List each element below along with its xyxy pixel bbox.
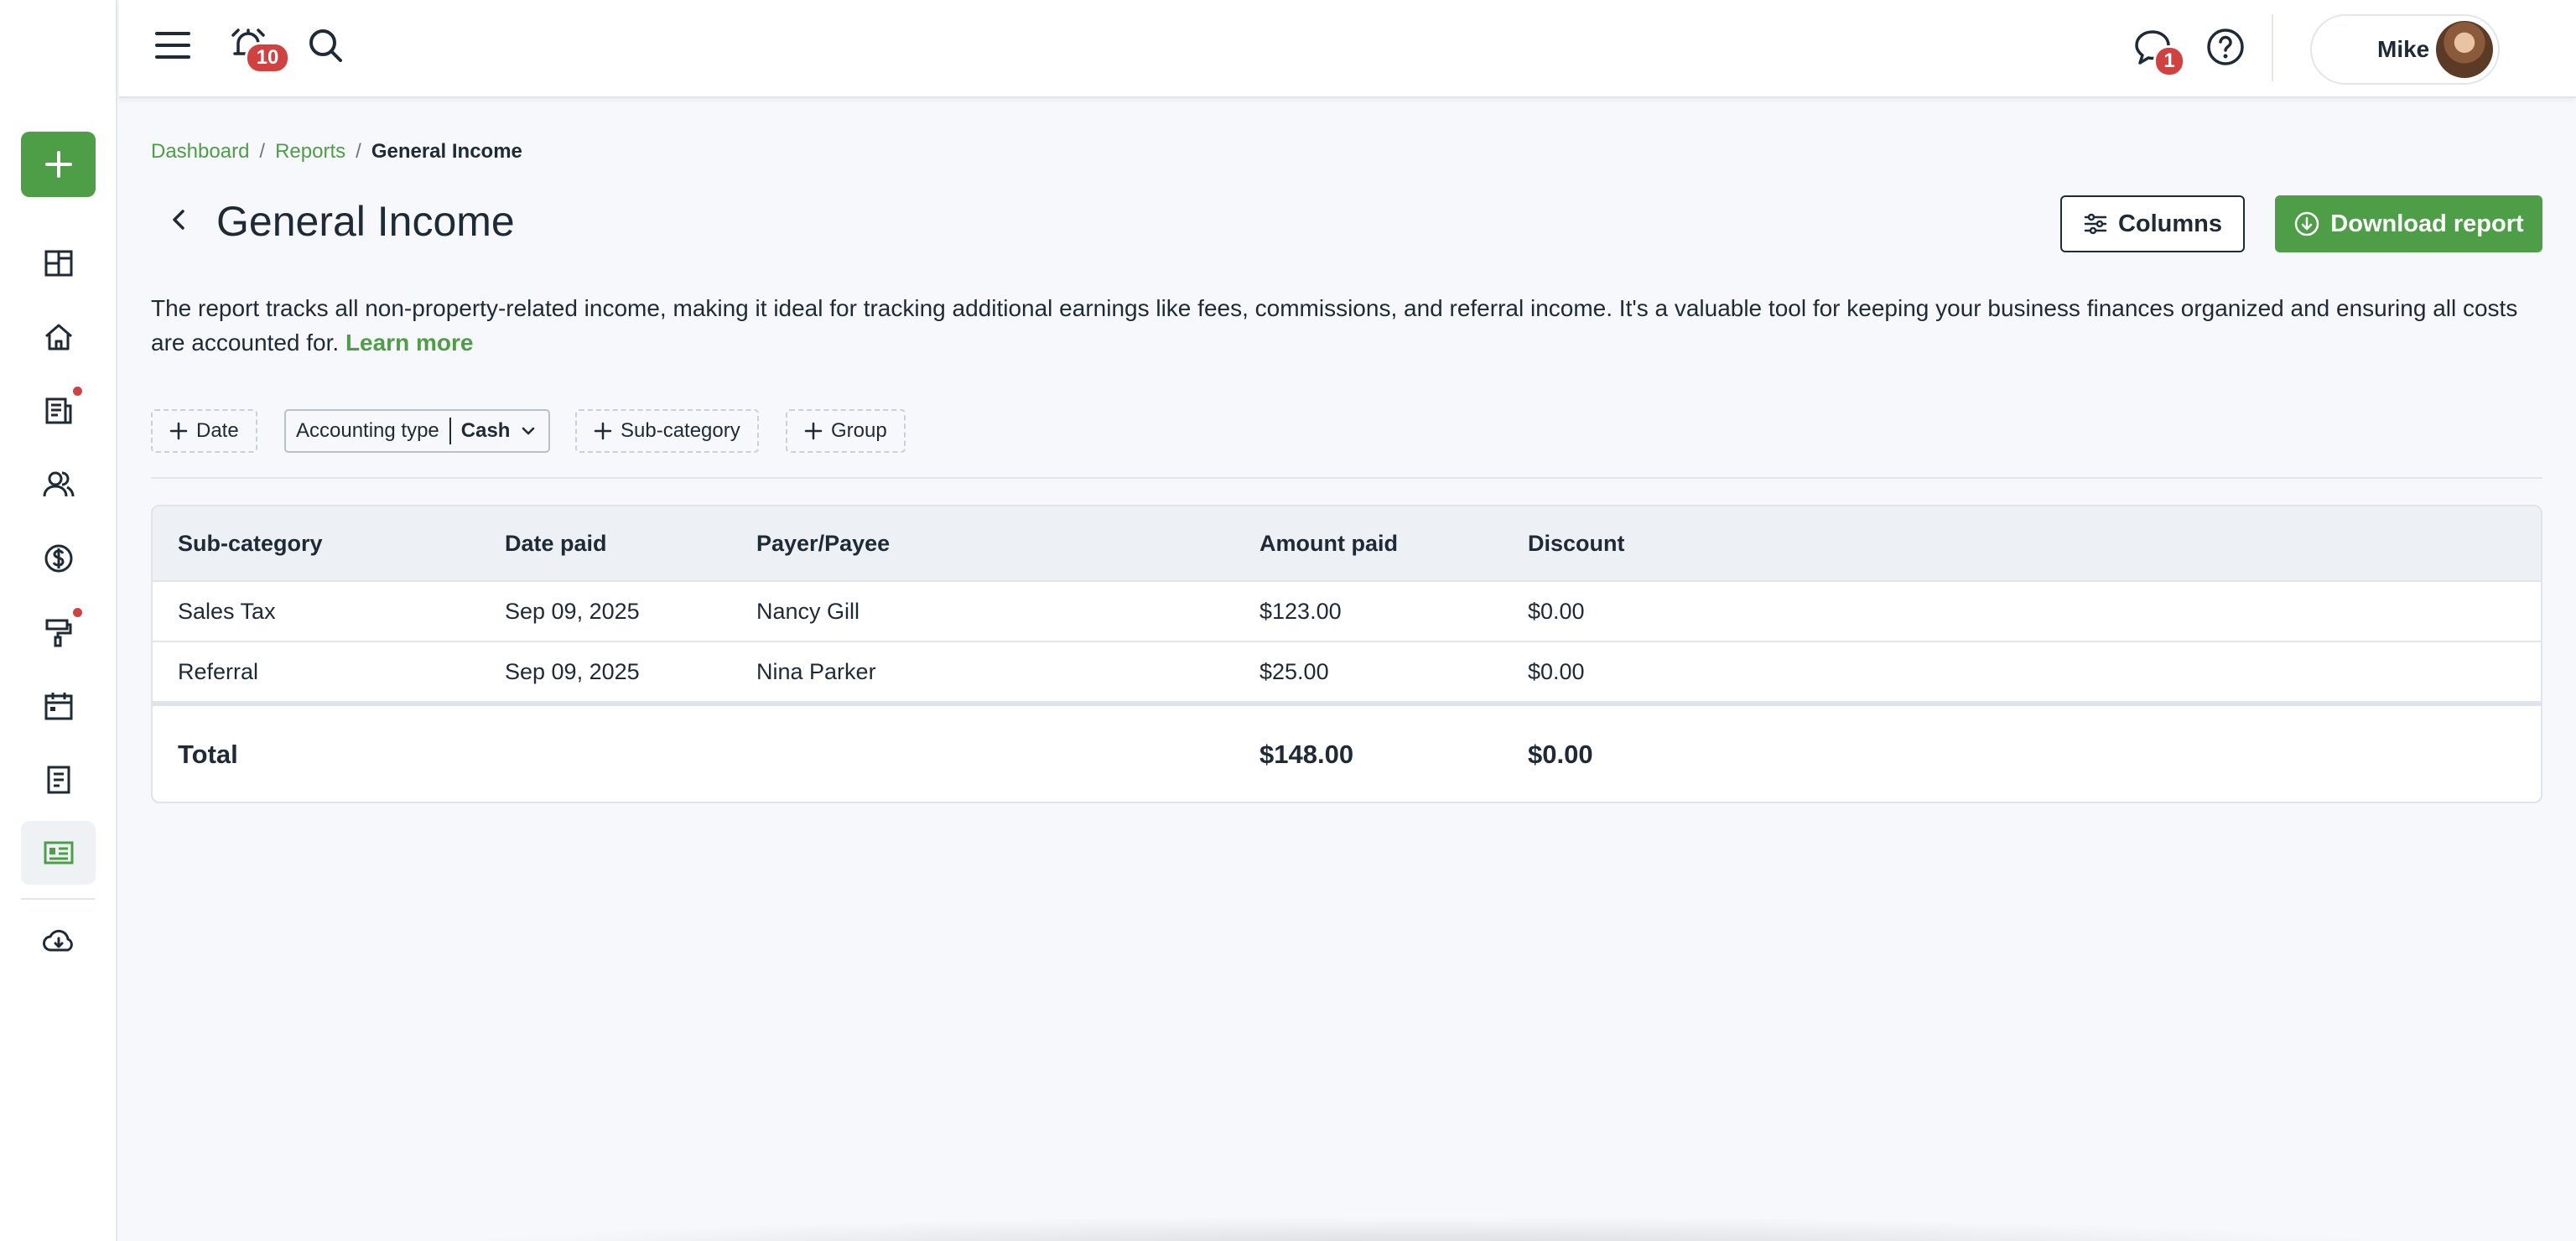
notification-dot bbox=[73, 387, 82, 396]
download-cloud-icon bbox=[2295, 211, 2319, 236]
download-report-button[interactable]: Download report bbox=[2275, 195, 2542, 252]
sidebar-item-documents[interactable] bbox=[25, 748, 92, 812]
sidebar-item-accounting[interactable] bbox=[25, 527, 92, 590]
back-button[interactable] bbox=[163, 203, 196, 236]
sidebar-item-reports[interactable] bbox=[21, 821, 96, 885]
breadcrumb-separator: / bbox=[356, 140, 361, 163]
cell-sub-category: Sales Tax bbox=[178, 599, 276, 624]
chevron-down-icon bbox=[522, 427, 535, 435]
add-new-button[interactable] bbox=[21, 132, 96, 197]
report-table: Sub-category Date paid Payer/Payee Amoun… bbox=[151, 505, 2542, 803]
sidebar-item-properties[interactable] bbox=[25, 305, 92, 369]
top-bar: 10 1 Mike bbox=[119, 0, 2576, 98]
sidebar-item-calendar[interactable] bbox=[25, 674, 92, 738]
page-title: General Income bbox=[216, 198, 515, 245]
breadcrumb-dashboard[interactable]: Dashboard bbox=[151, 140, 249, 163]
user-menu[interactable]: Mike bbox=[2310, 14, 2500, 85]
cell-payer-payee: Nancy Gill bbox=[756, 599, 860, 624]
table-header: Sub-category Date paid Payer/Payee Amoun… bbox=[153, 506, 2541, 582]
filter-accounting-type[interactable]: Accounting type Cash bbox=[284, 409, 551, 453]
user-name: Mike bbox=[2377, 36, 2430, 62]
learn-more-link[interactable]: Learn more bbox=[345, 330, 474, 356]
column-header-date-paid[interactable]: Date paid bbox=[505, 531, 607, 557]
help-icon bbox=[2207, 29, 2244, 65]
reminders-badge: 10 bbox=[245, 42, 290, 74]
sliders-icon bbox=[2084, 213, 2107, 235]
breadcrumb: Dashboard / Reports / General Income bbox=[151, 140, 522, 164]
cell-discount: $0.00 bbox=[1528, 599, 1585, 624]
total-label: Total bbox=[178, 740, 238, 769]
sidebar-item-people[interactable] bbox=[25, 453, 92, 517]
filter-sub-category-label: Sub-category bbox=[621, 419, 740, 442]
sidebar-item-downloads[interactable] bbox=[25, 910, 92, 974]
filter-divider-line bbox=[151, 477, 2542, 479]
accounting-type-label: Accounting type bbox=[296, 419, 439, 442]
cell-payer-payee: Nina Parker bbox=[756, 659, 876, 684]
table-total-row: Total $148.00 $0.00 bbox=[153, 703, 2541, 802]
filter-group-label: Group bbox=[831, 419, 887, 442]
download-cloud-icon bbox=[43, 929, 73, 952]
total-amount-paid: $148.00 bbox=[1259, 740, 1354, 769]
cell-date-paid: Sep 09, 2025 bbox=[505, 599, 640, 624]
cell-sub-category: Referral bbox=[178, 659, 259, 684]
notification-dot bbox=[73, 608, 82, 617]
filter-sub-category[interactable]: Sub-category bbox=[575, 409, 759, 453]
filter-divider bbox=[449, 418, 451, 444]
download-label: Download report bbox=[2330, 210, 2524, 237]
leases-icon bbox=[45, 397, 72, 424]
column-header-amount-paid[interactable]: Amount paid bbox=[1259, 531, 1398, 557]
people-icon bbox=[43, 471, 75, 497]
breadcrumb-separator: / bbox=[259, 140, 266, 163]
messages-button[interactable]: 1 bbox=[2132, 27, 2185, 77]
table-row[interactable]: Referral Sep 09, 2025 Nina Parker $25.00… bbox=[153, 642, 2541, 703]
dashboard-icon bbox=[44, 250, 73, 277]
bottom-shadow bbox=[419, 1216, 2432, 1241]
sidebar-item-dashboard[interactable] bbox=[25, 231, 92, 295]
avatar bbox=[2436, 21, 2493, 78]
search-icon bbox=[309, 29, 342, 62]
plus-icon bbox=[594, 422, 612, 440]
calendar-icon bbox=[44, 693, 73, 720]
sidebar-item-maintenance[interactable] bbox=[25, 600, 92, 664]
document-icon bbox=[47, 766, 70, 794]
column-header-discount[interactable]: Discount bbox=[1528, 531, 1625, 557]
maintenance-icon bbox=[45, 619, 72, 647]
page-description: The report tracks all non-property-relat… bbox=[151, 291, 2542, 360]
top-bar-divider bbox=[2272, 14, 2273, 81]
sidebar-item-leases[interactable] bbox=[25, 379, 92, 443]
column-header-payer-payee[interactable]: Payer/Payee bbox=[756, 531, 890, 557]
column-header-sub-category[interactable]: Sub-category bbox=[178, 531, 323, 557]
help-button[interactable] bbox=[2205, 26, 2246, 68]
sidebar-divider bbox=[21, 898, 95, 900]
plus-icon bbox=[804, 422, 823, 440]
plus-icon bbox=[44, 151, 72, 178]
table-row[interactable]: Sales Tax Sep 09, 2025 Nancy Gill $123.0… bbox=[153, 582, 2541, 642]
filter-date-label: Date bbox=[196, 419, 239, 442]
breadcrumb-current: General Income bbox=[371, 140, 522, 163]
cell-date-paid: Sep 09, 2025 bbox=[505, 659, 640, 684]
cell-discount: $0.00 bbox=[1528, 659, 1585, 684]
messages-badge: 1 bbox=[2153, 45, 2185, 77]
filter-group[interactable]: Group bbox=[786, 409, 906, 453]
search-button[interactable] bbox=[305, 25, 345, 65]
columns-label: Columns bbox=[2117, 210, 2223, 237]
menu-icon bbox=[155, 32, 190, 59]
chevron-left-icon bbox=[173, 210, 184, 230]
columns-button[interactable]: Columns bbox=[2060, 195, 2245, 252]
home-icon bbox=[45, 324, 72, 350]
reports-icon bbox=[44, 841, 73, 865]
description-text: The report tracks all non-property-relat… bbox=[151, 295, 2518, 356]
dollar-icon bbox=[44, 544, 73, 573]
accounting-type-value: Cash bbox=[460, 419, 511, 442]
cell-amount-paid: $123.00 bbox=[1259, 599, 1342, 624]
breadcrumb-reports[interactable]: Reports bbox=[275, 140, 345, 163]
total-discount: $0.00 bbox=[1528, 740, 1593, 769]
filter-date[interactable]: Date bbox=[151, 409, 257, 453]
plus-icon bbox=[169, 422, 188, 440]
sidebar bbox=[0, 0, 117, 1241]
reminders-button[interactable]: 10 bbox=[228, 25, 290, 74]
menu-button[interactable] bbox=[153, 25, 193, 65]
cell-amount-paid: $25.00 bbox=[1259, 659, 1329, 684]
